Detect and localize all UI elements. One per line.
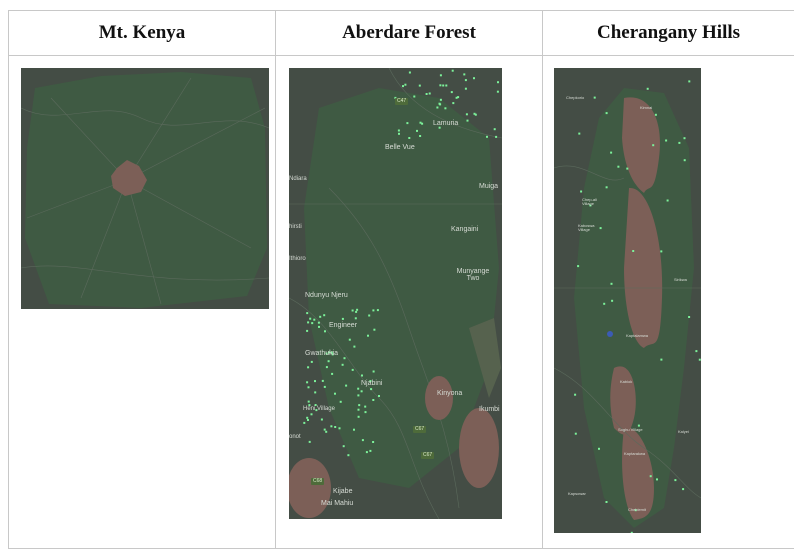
place-label: Muiga xyxy=(479,183,499,190)
place-label: Lamuria xyxy=(433,120,459,127)
place-label: Gwathukia xyxy=(305,350,339,357)
place-label: Kimnai xyxy=(640,105,653,110)
place-label: onot xyxy=(289,434,301,440)
place-label: Kalyei xyxy=(678,429,689,434)
place-label: Ikumbi xyxy=(479,406,500,413)
place-label: Kinyona xyxy=(437,390,463,397)
place-label: Belle Vue xyxy=(385,144,415,151)
header-cherangany-hills: Cherangany Hills xyxy=(542,10,794,56)
place-label: Kangaini xyxy=(451,226,479,233)
cherangany-map-svg xyxy=(554,68,701,533)
place-label: Kapsowar xyxy=(568,491,586,496)
mt-kenya-map-svg xyxy=(21,68,269,309)
comparison-table: Mt. Kenya Aberdare Forest Cherangany Hil… xyxy=(8,10,794,549)
place-label: Kaboswa Village xyxy=(578,223,595,232)
place-label: Ndiara xyxy=(289,176,307,182)
road-badge: C68 xyxy=(311,478,325,485)
cell-aberdare-forest: Lamuria Belle Vue Muiga Ndiara Kangaini … xyxy=(275,55,543,549)
cherangany-hills-map: Chepkorio Kimnai Chep-ali Village Kabosw… xyxy=(554,68,701,533)
place-label: Kabiok xyxy=(620,379,633,384)
place-label: Engineer xyxy=(329,322,358,329)
place-label: hirsti xyxy=(289,224,302,230)
place-label: Heni Village xyxy=(303,406,335,412)
place-label: Mai Mahiu xyxy=(321,500,354,507)
cell-cherangany-hills: Chepkorio Kimnai Chep-ali Village Kabosw… xyxy=(542,55,794,549)
header-mt-kenya: Mt. Kenya xyxy=(8,10,276,56)
road-badge: C67 xyxy=(421,452,435,459)
place-label: Njabini xyxy=(361,380,383,387)
place-label: Soghu Village xyxy=(618,427,643,432)
road-badge: C67 xyxy=(413,426,427,433)
place-label: Ithioro xyxy=(289,256,306,262)
header-row: Mt. Kenya Aberdare Forest Cherangany Hil… xyxy=(8,10,794,56)
place-label: Kaptarakwa xyxy=(624,451,646,456)
place-label: Kaptalamwa xyxy=(626,333,649,338)
header-aberdare-forest: Aberdare Forest xyxy=(275,10,543,56)
map-row: Lamuria Belle Vue Muiga Ndiara Kangaini … xyxy=(8,55,794,549)
road-badge: C47 xyxy=(395,98,409,105)
aberdare-forest-map: Lamuria Belle Vue Muiga Ndiara Kangaini … xyxy=(289,68,502,519)
place-label: Sirikwa xyxy=(674,277,687,282)
place-label: Ndunyu Njeru xyxy=(305,292,348,299)
place-label: Chep-ali Village xyxy=(582,197,597,206)
place-label: Kijabe xyxy=(333,488,353,495)
cell-mt-kenya xyxy=(8,55,276,549)
place-label: Chebiemit xyxy=(628,507,647,512)
mt-kenya-map xyxy=(21,68,269,309)
place-label: Chepkorio xyxy=(566,95,585,100)
place-label: Munyange Two xyxy=(456,268,490,282)
